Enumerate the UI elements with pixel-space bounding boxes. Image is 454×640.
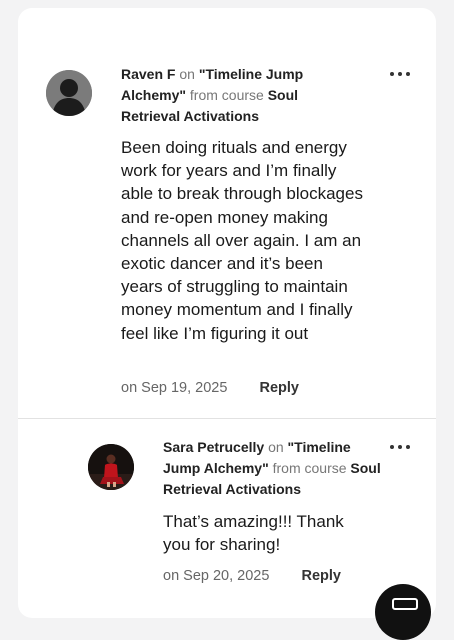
- divider: [18, 418, 436, 419]
- more-options-icon[interactable]: [390, 67, 410, 81]
- user-photo-avatar-icon: [88, 444, 134, 490]
- author-name[interactable]: Raven F: [121, 66, 175, 82]
- comment-text: Been doing rituals and energy work for y…: [121, 138, 363, 343]
- comment-footer: on Sep 19, 2025 Reply: [121, 378, 299, 398]
- more-options-icon[interactable]: [390, 440, 410, 454]
- reply-button[interactable]: Reply: [301, 566, 341, 586]
- user-avatar[interactable]: [46, 70, 92, 116]
- comment-footer: on Sep 20, 2025 Reply: [163, 566, 341, 586]
- comment-meta: Sara Petrucelly on "Timeline Jump Alchem…: [163, 437, 383, 500]
- comment-meta: Raven F on "Timeline Jump Alchemy" from …: [121, 64, 351, 127]
- on-label: on: [179, 66, 195, 82]
- on-label: on: [268, 439, 284, 455]
- reply-button[interactable]: Reply: [259, 378, 299, 398]
- comment-date: on Sep 20, 2025: [163, 568, 270, 584]
- author-name[interactable]: Sara Petrucelly: [163, 439, 264, 455]
- comment-item: Raven F on "Timeline Jump Alchemy" from …: [18, 8, 436, 418]
- from-course-label: from course: [272, 460, 347, 476]
- chat-button[interactable]: [375, 584, 431, 640]
- user-avatar[interactable]: [88, 444, 134, 490]
- from-course-label: from course: [189, 87, 264, 103]
- comment-text: That’s amazing!!! Thank you for sharing!: [163, 512, 344, 555]
- comment-date: on Sep 19, 2025: [121, 380, 228, 396]
- default-user-avatar-icon: [46, 70, 92, 116]
- comments-card: Raven F on "Timeline Jump Alchemy" from …: [18, 8, 436, 618]
